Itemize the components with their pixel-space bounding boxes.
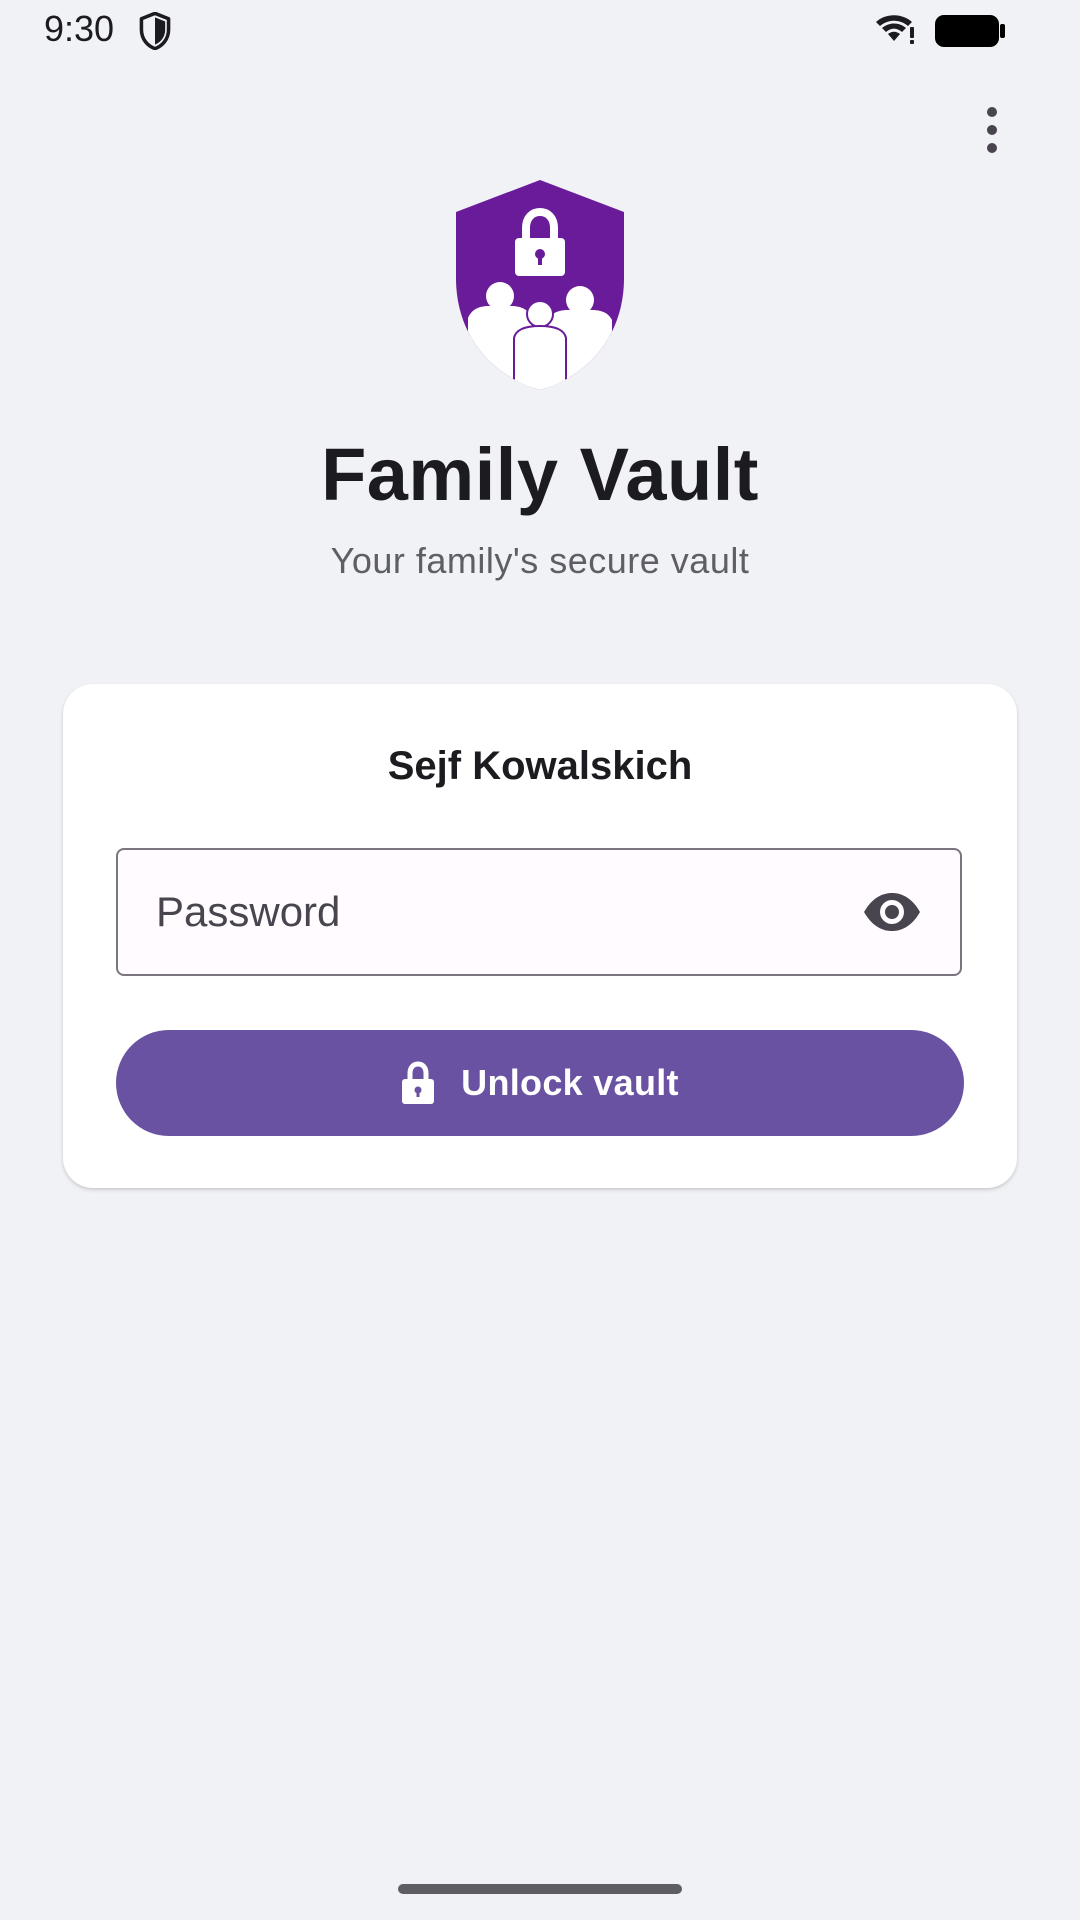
- eye-icon: [864, 893, 920, 931]
- unlock-vault-button[interactable]: Unlock vault: [116, 1030, 964, 1136]
- more-options-button[interactable]: [966, 100, 1018, 160]
- vault-name: Sejf Kowalskich: [387, 744, 693, 788]
- app-subtitle: Your family's secure vault: [330, 540, 750, 581]
- battery-icon: [935, 15, 1005, 47]
- unlock-card: Sejf Kowalskich Unlock vault: [63, 684, 1017, 1188]
- shield-icon: [139, 12, 171, 50]
- toggle-password-visibility-button[interactable]: [862, 884, 922, 940]
- status-bar: 9:30: [0, 0, 1080, 62]
- unlock-vault-label: Unlock vault: [461, 1062, 679, 1103]
- more-vertical-icon: [987, 107, 997, 153]
- family-shield-lock-icon: [456, 180, 624, 390]
- wifi-icon: [876, 15, 914, 44]
- status-time: 9:30: [44, 8, 115, 49]
- app-title: Family Vault: [321, 433, 759, 516]
- home-indicator[interactable]: [398, 1884, 682, 1894]
- password-input[interactable]: [156, 850, 836, 974]
- lock-icon: [402, 1061, 435, 1104]
- password-field[interactable]: [116, 848, 962, 976]
